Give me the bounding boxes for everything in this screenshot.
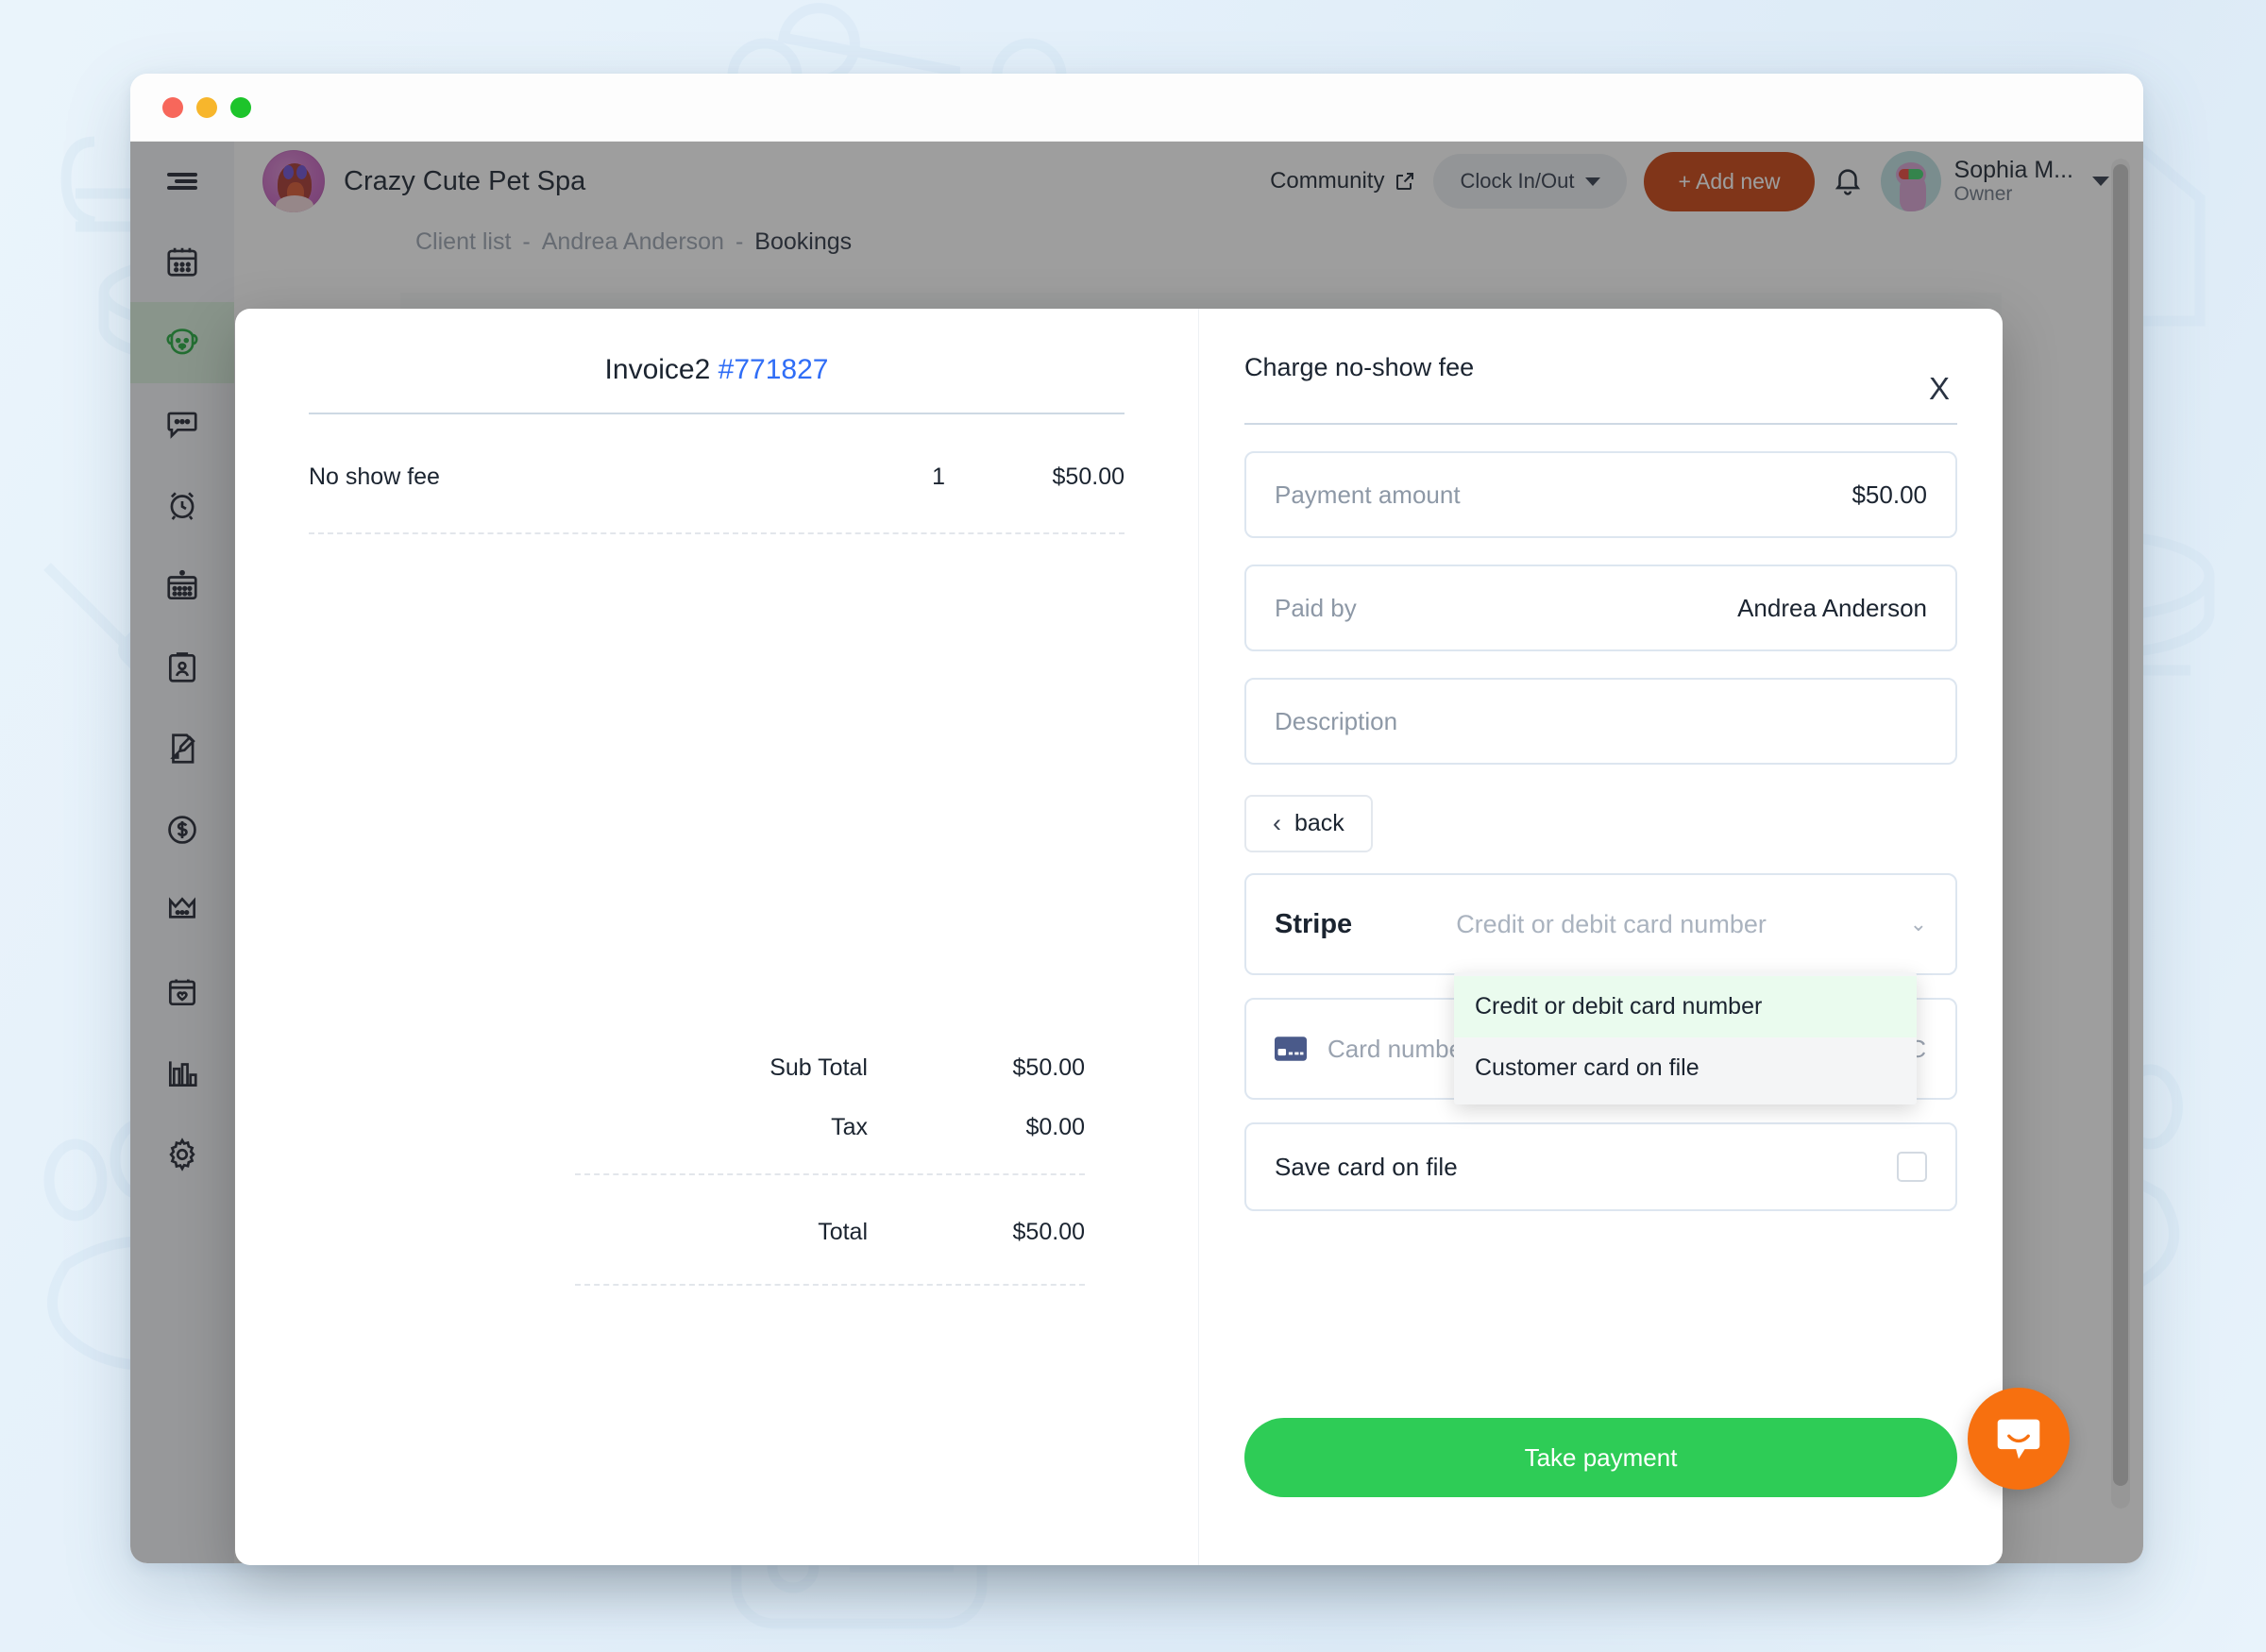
processor-label: Stripe [1275,908,1353,939]
card-number-placeholder: Card number [1327,1034,1471,1063]
charge-panel: Charge no-show fee X Payment amount $50.… [1199,309,2003,1565]
dropdown-option-credit-card[interactable]: Credit or debit card number [1454,976,1917,1037]
payment-method-row[interactable]: Stripe Credit or debit card number ⌄ [1244,873,1957,975]
chevron-left-icon: ‹ [1273,809,1281,837]
minimize-window-button[interactable] [196,96,217,118]
dropdown-option-card-on-file[interactable]: Customer card on file [1454,1037,1917,1099]
charge-panel-title: Charge no-show fee [1244,353,1475,381]
close-icon[interactable]: X [1921,362,1957,415]
description-field[interactable]: Description [1244,678,1957,765]
invoice-title-text: Invoice2 [604,354,711,385]
paid-by-field[interactable]: Paid by Andrea Anderson [1244,565,1957,651]
invoice-line-description: No show fee [309,464,440,490]
save-card-label: Save card on file [1275,1152,1458,1181]
chevron-down-icon: ⌄ [1909,912,1927,936]
invoice-line-divider [309,532,1125,534]
paid-by-value: Andrea Anderson [1737,593,1927,622]
invoice-title-divider [309,413,1125,414]
invoice-subtotal-value: $50.00 [1012,1054,1085,1081]
invoice-total-value: $50.00 [1012,1219,1085,1245]
invoice-totals-divider [575,1173,1085,1175]
invoice-line-qty: 1 [932,464,945,490]
invoice-line-item: No show fee 1 $50.00 [309,464,1125,491]
invoice-tax-value: $0.00 [1025,1114,1085,1140]
invoice-line-amount: $50.00 [1052,464,1125,490]
save-card-checkbox[interactable] [1897,1152,1927,1182]
description-placeholder: Description [1275,706,1398,735]
paid-by-label: Paid by [1275,593,1357,622]
invoice-number[interactable]: #771827 [719,354,829,385]
invoice-totals: Sub Total $50.00 Tax $0.00 Total $50.00 [575,1054,1085,1286]
payment-amount-value: $50.00 [1852,480,1927,509]
invoice-panel: Invoice2 #771827 No show fee 1 $50.00 Su… [235,309,1199,1565]
invoice-tax-row: Tax $0.00 [575,1114,1085,1141]
save-card-row[interactable]: Save card on file [1244,1122,1957,1211]
invoice-bottom-divider [575,1284,1085,1286]
invoice-subtotal-label: Sub Total [769,1054,868,1081]
browser-titlebar [130,74,2143,142]
back-button[interactable]: ‹ back [1244,795,1373,852]
payment-method-dropdown: Credit or debit card number Customer car… [1454,972,1917,1104]
desktop-background: Crazy Cute Pet Spa Community Clock In/Ou… [0,0,2266,1652]
close-window-button[interactable] [162,96,183,118]
back-button-label: back [1294,810,1344,836]
payment-method-select[interactable]: Credit or debit card number ⌄ [1456,910,1927,939]
intercom-launcher[interactable] [1968,1388,2070,1490]
credit-card-icon [1275,1037,1307,1061]
take-payment-button[interactable]: Take payment [1244,1418,1957,1497]
maximize-window-button[interactable] [230,96,251,118]
invoice-total-label: Total [818,1219,868,1245]
payment-amount-label: Payment amount [1275,480,1461,509]
intercom-chat-icon [1997,1419,2040,1459]
invoice-title: Invoice2 #771827 [235,354,1198,386]
invoice-tax-label: Tax [831,1114,868,1140]
charge-panel-header: Charge no-show fee X [1244,309,1957,415]
invoice-total-row: Total $50.00 [575,1219,1085,1246]
charge-panel-divider [1244,423,1957,425]
invoice-subtotal-row: Sub Total $50.00 [575,1054,1085,1082]
payment-modal: Invoice2 #771827 No show fee 1 $50.00 Su… [235,309,2003,1565]
payment-method-selected: Credit or debit card number [1456,909,1767,938]
payment-amount-field[interactable]: Payment amount $50.00 [1244,451,1957,538]
